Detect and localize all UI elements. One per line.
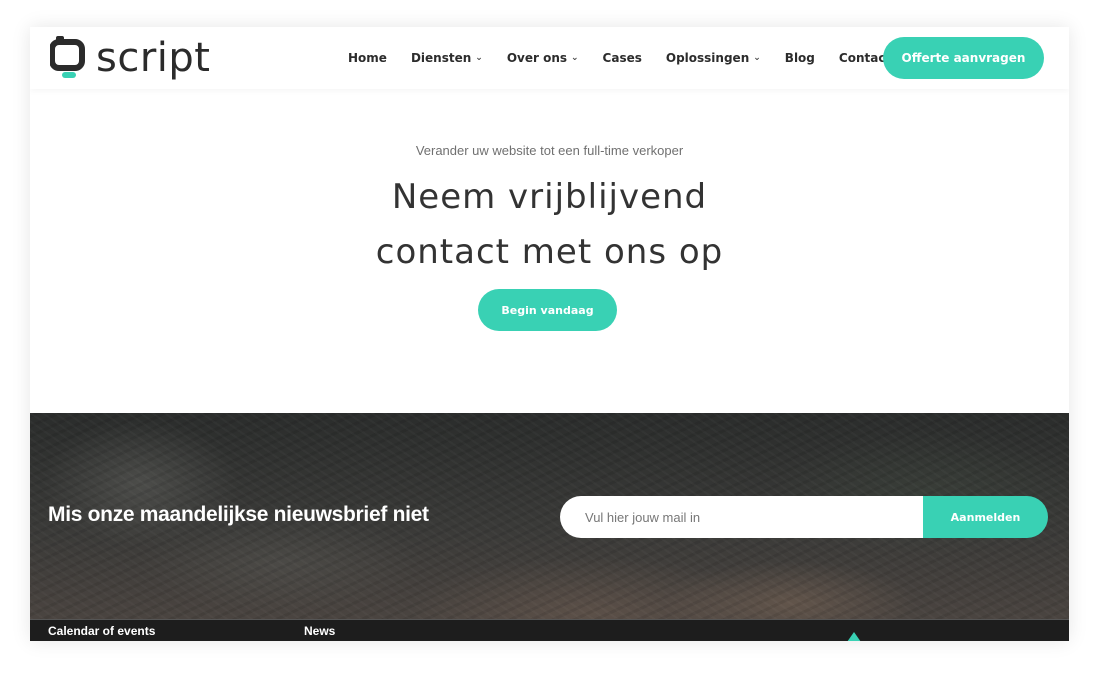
begin-today-button[interactable]: Begin vandaag [478, 289, 617, 331]
hero-title-line-1: Neem vrijblijvend [391, 177, 708, 217]
hero-title-line-2: contact met ons op [375, 232, 724, 272]
nav-item-home[interactable]: Home [348, 51, 387, 65]
newsletter-form: Aanmelden [560, 496, 1048, 538]
site-header: script Home Diensten ⌄ Over ons ⌄ Cases … [30, 27, 1069, 89]
site-footer: Calendar of events News [30, 619, 1069, 641]
page-frame: script Home Diensten ⌄ Over ons ⌄ Cases … [30, 27, 1069, 641]
request-quote-button[interactable]: Offerte aanvragen [883, 37, 1044, 79]
nav-item-oplossingen[interactable]: Oplossingen ⌄ [666, 51, 761, 65]
email-input[interactable] [560, 496, 923, 538]
hero-subtitle: Verander uw website tot een full-time ve… [415, 143, 684, 158]
hero-title: Neem vrijblijvend contact met ons op [30, 170, 1069, 280]
nav-item-label: Diensten [410, 51, 472, 65]
chevron-down-icon: ⌄ [753, 53, 761, 63]
logo-text: script [96, 35, 211, 81]
nav-item-label: Oplossingen [665, 51, 750, 65]
main-nav: Home Diensten ⌄ Over ons ⌄ Cases Oplossi… [348, 27, 915, 89]
chevron-down-icon: ⌄ [475, 53, 483, 63]
nav-item-cases[interactable]: Cases [603, 51, 642, 65]
nav-item-diensten[interactable]: Diensten ⌄ [411, 51, 483, 65]
nav-item-label: Cases [602, 51, 642, 65]
footer-heading-calendar: Calendar of events [48, 624, 156, 638]
chevron-down-icon: ⌄ [571, 53, 579, 63]
triangle-icon [847, 632, 861, 641]
newsletter-title: Mis onze maandelijkse nieuwsbrief niet [48, 503, 429, 526]
subscribe-button[interactable]: Aanmelden [923, 496, 1048, 538]
nav-item-over-ons[interactable]: Over ons ⌄ [507, 51, 579, 65]
logo-icon [50, 36, 85, 78]
logo[interactable]: script [50, 33, 210, 83]
nav-item-blog[interactable]: Blog [785, 51, 815, 65]
nav-item-label: Home [348, 51, 387, 65]
nav-item-label: Blog [784, 51, 815, 65]
newsletter-section: Mis onze maandelijkse nieuwsbrief niet A… [30, 413, 1069, 619]
nav-item-label: Over ons [506, 51, 567, 65]
footer-heading-news: News [304, 624, 336, 638]
